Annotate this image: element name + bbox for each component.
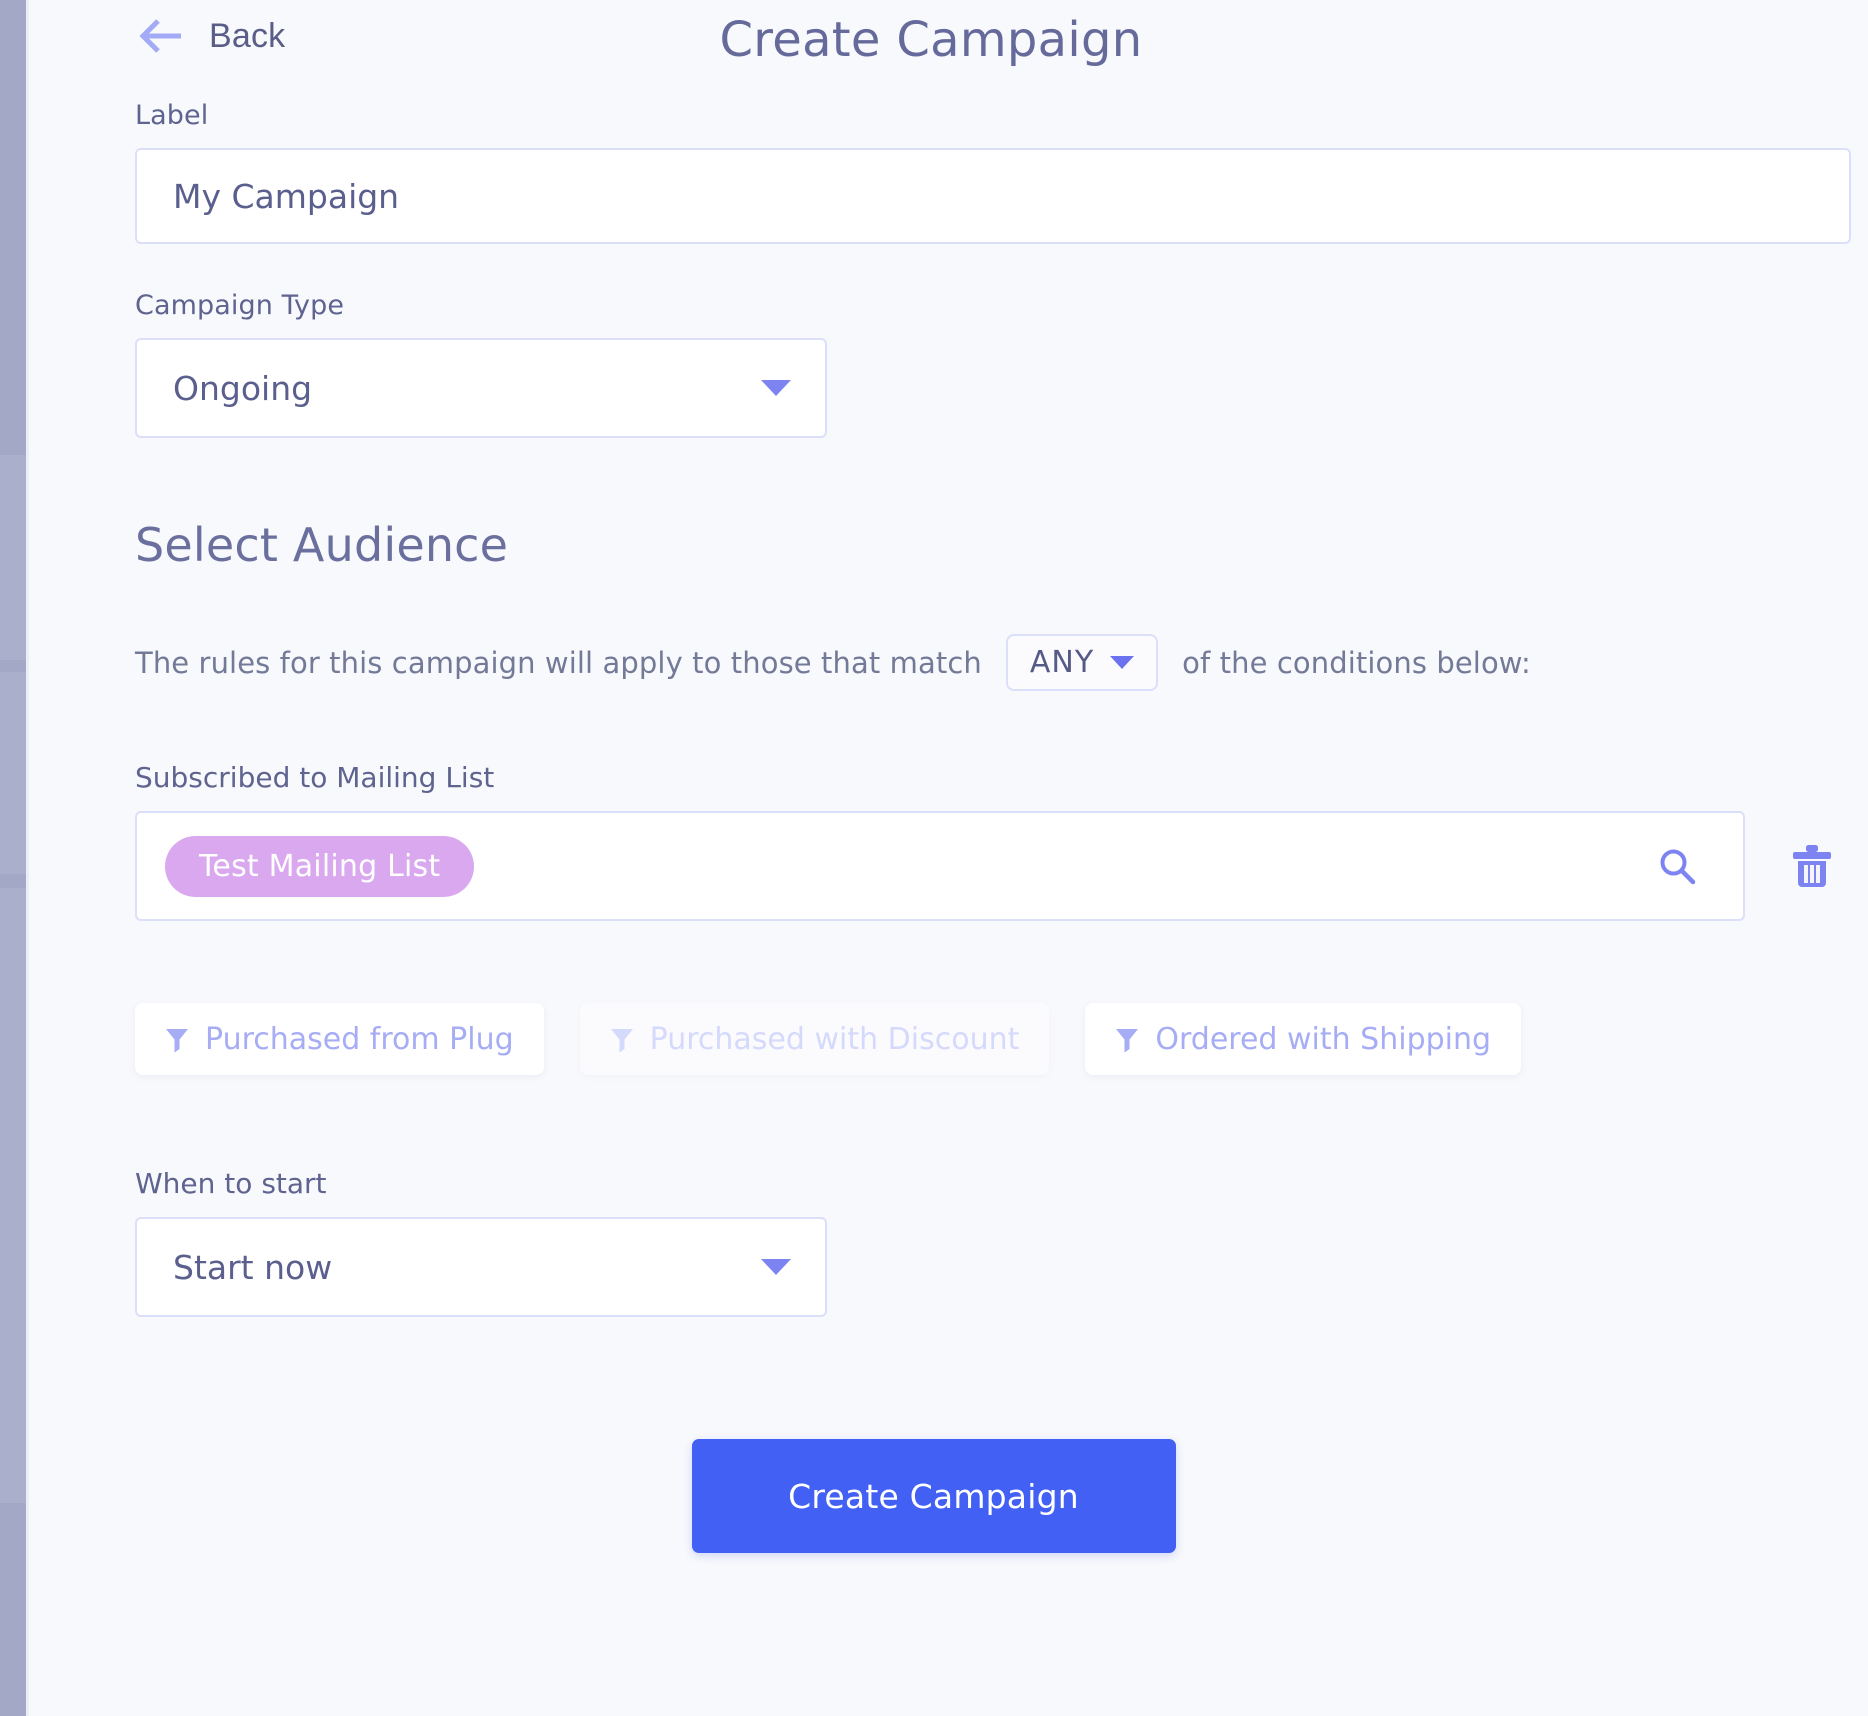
mailing-list-row: Test Mailing List [135,811,1868,921]
filter-purchased-with-discount-button[interactable]: Purchased with Discount [579,1003,1050,1075]
create-campaign-page: Back Create Campaign Label Campaign Type… [29,0,1868,1716]
match-mode-dropdown[interactable]: ANY [1005,634,1159,691]
filter-button-group: Purchased from Plug Purchased with Disco… [135,1003,1868,1075]
filter-funnel-icon [165,1026,189,1053]
campaign-type-select-wrap: Ongoing [135,338,827,438]
when-to-start-value: Start now [173,1247,333,1287]
mailing-list-chip[interactable]: Test Mailing List [165,835,475,897]
submit-row: Create Campaign [0,1439,1868,1553]
page-header: Back Create Campaign [29,0,1868,100]
when-to-start-select[interactable]: Start now [135,1217,827,1317]
page-title: Create Campaign [719,12,1143,68]
when-to-start-label: When to start [135,1167,327,1200]
rule-prefix-text: The rules for this campaign will apply t… [135,645,982,680]
filter-button-label: Purchased from Plug [205,1021,514,1057]
filter-ordered-with-shipping-button[interactable]: Ordered with Shipping [1085,1003,1522,1075]
create-campaign-button[interactable]: Create Campaign [691,1439,1176,1553]
chevron-down-icon [1110,656,1135,669]
mailing-list-input[interactable]: Test Mailing List [135,811,1745,921]
filter-funnel-icon [610,1026,634,1053]
when-to-start-select-wrap: Start now [135,1217,827,1317]
campaign-type-label: Campaign Type [135,290,345,321]
select-audience-heading: Select Audience [135,518,509,572]
campaign-type-value: Ongoing [173,368,313,408]
trash-icon[interactable] [1791,843,1833,889]
match-mode-value: ANY [1029,645,1095,680]
chevron-down-icon [761,1259,791,1275]
filter-button-label: Purchased with Discount [649,1021,1020,1057]
filter-funnel-icon [1115,1026,1139,1053]
campaign-form: Label Campaign Type Ongoing Select Audie… [29,100,1868,1553]
filter-button-label: Ordered with Shipping [1155,1021,1492,1057]
filter-purchased-from-plug-button[interactable]: Purchased from Plug [135,1003,544,1075]
search-icon[interactable] [1657,846,1697,886]
mailing-list-label: Subscribed to Mailing List [135,761,495,794]
match-rule-row: The rules for this campaign will apply t… [135,634,1868,691]
chevron-down-icon [761,380,791,396]
label-field-label: Label [135,100,209,131]
rule-suffix-text: of the conditions below: [1182,645,1531,680]
label-input[interactable] [135,148,1851,244]
campaign-type-select[interactable]: Ongoing [135,338,827,438]
